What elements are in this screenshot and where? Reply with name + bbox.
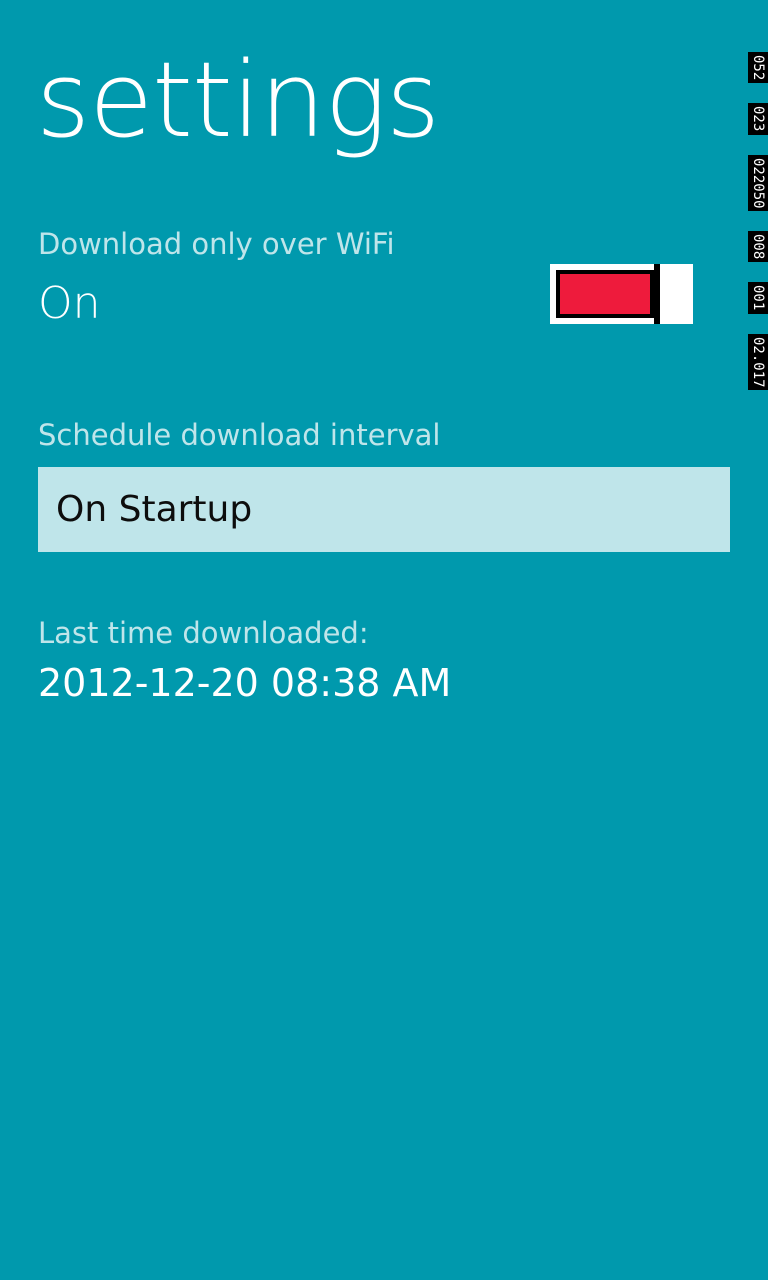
interval-setting-label: Schedule download interval <box>38 418 441 452</box>
frame-rate-counter-value: 008 <box>750 234 766 260</box>
toggle-fill <box>556 270 654 318</box>
toggle-thumb[interactable] <box>654 264 693 324</box>
interval-selected-value: On Startup <box>56 489 253 530</box>
frame-rate-counter: 023 <box>748 103 768 135</box>
frame-rate-counter: 02.017 <box>748 333 768 391</box>
wifi-toggle-switch[interactable] <box>550 264 693 324</box>
interval-list-picker[interactable]: On Startup <box>38 467 730 552</box>
frame-rate-counter: 022050 <box>748 154 768 212</box>
frame-rate-counter: 001 <box>748 282 768 314</box>
last-download-label: Last time downloaded: <box>38 616 369 650</box>
page-title: settings <box>36 39 440 161</box>
frame-rate-counter-value: 001 <box>750 285 766 311</box>
last-download-value: 2012-12-20 08:38 AM <box>38 661 452 705</box>
frame-rate-counter-value: 02.017 <box>750 336 766 388</box>
frame-rate-counter: 052 <box>748 52 768 84</box>
frame-rate-counter-value: 052 <box>750 55 766 81</box>
frame-rate-counter-strip: 052 023 022050 008 001 02.017 <box>748 52 768 391</box>
wifi-setting-value: On <box>38 278 101 329</box>
wifi-setting-label: Download only over WiFi <box>38 227 395 261</box>
toggle-track <box>550 264 660 324</box>
frame-rate-counter: 008 <box>748 231 768 263</box>
frame-rate-counter-value: 023 <box>750 106 766 132</box>
frame-rate-counter-value: 022050 <box>750 157 766 209</box>
